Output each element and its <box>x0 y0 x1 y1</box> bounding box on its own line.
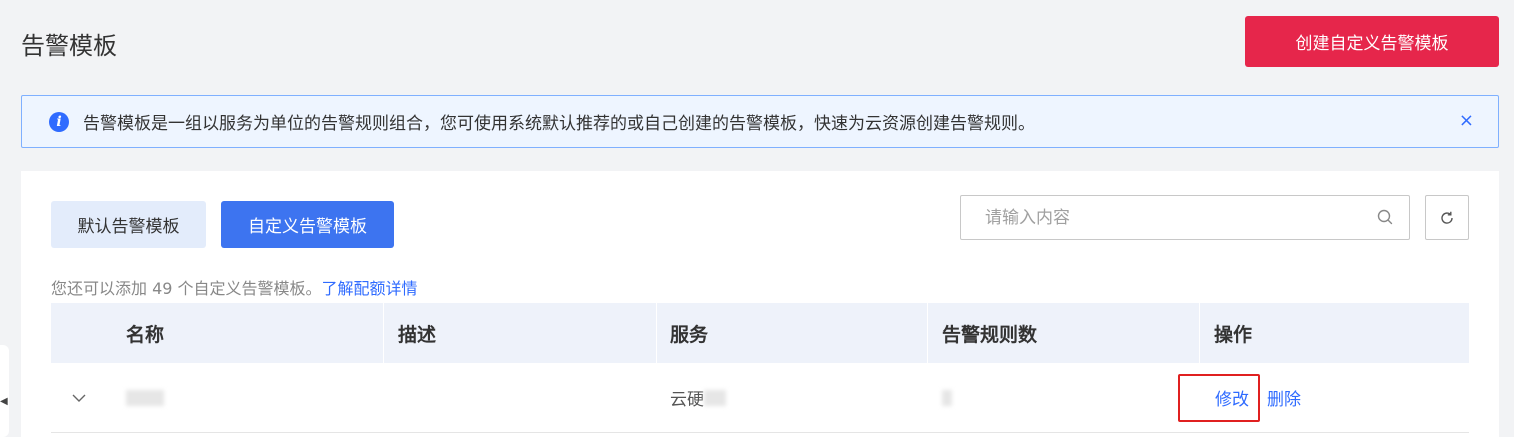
quota-text: 您还可以添加 49 个自定义告警模板。 <box>51 279 322 298</box>
create-custom-template-button[interactable]: 创建自定义告警模板 <box>1245 16 1499 67</box>
redacted-service <box>704 389 726 406</box>
tab-default-templates[interactable]: 默认告警模板 <box>51 201 206 248</box>
edit-link[interactable]: 修改 <box>1178 373 1260 422</box>
column-header-description: 描述 <box>383 303 656 363</box>
refresh-button[interactable] <box>1425 195 1469 240</box>
refresh-icon <box>1441 211 1453 224</box>
cell-rule-count <box>927 363 1199 432</box>
delete-link[interactable]: 删除 <box>1267 385 1301 410</box>
info-icon: i <box>49 111 69 132</box>
tab-custom-templates[interactable]: 自定义告警模板 <box>221 201 394 248</box>
template-table: 名称 描述 服务 告警规则数 操作 云硬 修改 删除 <box>51 303 1469 433</box>
column-header-service: 服务 <box>656 303 927 363</box>
quota-info: 您还可以添加 49 个自定义告警模板。了解配额详情 <box>51 275 418 299</box>
search-input[interactable] <box>961 196 1409 239</box>
service-text: 云硬 <box>670 390 704 410</box>
redacted-name <box>126 389 164 406</box>
table-header: 名称 描述 服务 告警规则数 操作 <box>51 303 1469 363</box>
cell-actions: 修改 删除 <box>1178 363 1469 432</box>
template-panel: 默认告警模板 自定义告警模板 您还可以添加 49 个自定义告警模板。了解配额详情… <box>21 171 1499 437</box>
search-box <box>960 195 1410 240</box>
page-title: 告警模板 <box>21 32 117 60</box>
side-panel-edge[interactable] <box>0 345 9 437</box>
collapse-arrow-icon[interactable]: ◀ <box>0 396 8 407</box>
chevron-down-icon[interactable] <box>71 393 87 403</box>
table-row: 云硬 修改 删除 <box>51 363 1469 433</box>
column-header-actions: 操作 <box>1199 303 1469 363</box>
info-notice: i 告警模板是一组以服务为单位的告警规则组合，您可使用系统默认推荐的或自己创建的… <box>21 95 1499 148</box>
cell-description <box>383 363 656 432</box>
cell-name <box>51 363 383 432</box>
cell-service: 云硬 <box>656 363 927 432</box>
column-header-name: 名称 <box>126 323 165 346</box>
column-header-rule-count: 告警规则数 <box>927 303 1199 363</box>
redacted-rule-count <box>942 389 952 406</box>
close-icon[interactable]: × <box>1459 110 1474 132</box>
search-icon[interactable] <box>1377 209 1393 225</box>
quota-details-link[interactable]: 了解配额详情 <box>322 279 418 298</box>
notice-text: 告警模板是一组以服务为单位的告警规则组合，您可使用系统默认推荐的或自己创建的告警… <box>83 114 1035 134</box>
